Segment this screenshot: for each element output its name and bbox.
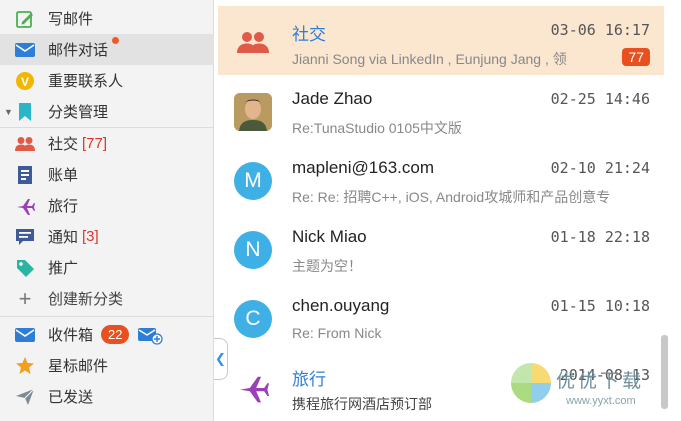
sidebar-item-travel[interactable]: 旅行 [0, 190, 214, 221]
inbox-unread-badge: 22 [101, 325, 130, 344]
sidebar-item-label: 社交 [48, 136, 79, 153]
sidebar-item-vip[interactable]: V 重要联系人 [0, 65, 214, 96]
bill-icon [14, 164, 36, 186]
sidebar-item-categories[interactable]: ▼ 分类管理 [0, 96, 214, 127]
mail-list: 社交 03-06 16:17 Jianni Song via LinkedIn … [218, 0, 668, 421]
airplane-icon [14, 195, 36, 217]
sidebar-item-bills[interactable]: 账单 [0, 159, 214, 190]
mail-subject: Re: Re: 招聘C++, iOS, Android攻城师和产品创意专 [292, 189, 611, 205]
sender-name: mapleni@163.com [292, 158, 434, 177]
sidebar-item-sent[interactable]: 已发送 [0, 381, 214, 412]
compose-label: 写邮件 [48, 11, 94, 28]
compose-button[interactable]: 写邮件 [0, 3, 214, 34]
watermark-title: 优优下载 [556, 371, 645, 392]
people-icon [234, 24, 272, 62]
airplane-icon [234, 369, 272, 407]
divider [0, 316, 214, 317]
svg-text:V: V [21, 75, 29, 89]
sender-name: Nick Miao [292, 227, 367, 246]
sidebar-item-label: 推广 [48, 260, 79, 277]
sender-name: chen.ouyang [292, 296, 390, 315]
list-item[interactable]: 社交 03-06 16:17 Jianni Song via LinkedIn … [218, 6, 664, 75]
sidebar-item-label: 已发送 [48, 389, 94, 406]
notify-count: [3] [82, 228, 99, 245]
sidebar: 写邮件 邮件对话 V 重要联系人 ▼ 分类管理 社交 [77] 账单 旅行 通知… [0, 0, 214, 421]
sidebar-item-inbox[interactable]: 收件箱 22 [0, 319, 214, 350]
new-category-label: 创建新分类 [48, 291, 124, 308]
sidebar-item-starred[interactable]: 星标邮件 [0, 350, 214, 381]
watermark-url: www.yyxt.com [566, 395, 636, 407]
sidebar-item-notifications[interactable]: 通知 [3] [0, 221, 214, 252]
watermark-logo-icon [511, 363, 551, 403]
sidebar-item-label: 邮件对话 [48, 42, 109, 59]
mail-date: 01-18 22:18 [550, 228, 650, 246]
unread-count-badge: 77 [622, 48, 650, 66]
add-mail-icon[interactable] [137, 325, 164, 345]
vip-icon: V [14, 70, 36, 92]
plus-icon: + [18, 285, 32, 311]
mail-subject: 主题为空！ [292, 258, 362, 274]
mail-date: 01-15 10:18 [550, 297, 650, 315]
sidebar-item-promotions[interactable]: 推广 [0, 252, 214, 283]
bookmark-icon [14, 101, 36, 123]
sender-name: 旅行 [292, 370, 326, 389]
avatar [234, 93, 272, 131]
sidebar-item-label: 星标邮件 [48, 358, 109, 375]
list-item[interactable]: C chen.ouyang 01-15 10:18 Re: From Nick [218, 282, 664, 351]
watermark: 优优下载 www.yyxt.com [508, 360, 678, 418]
avatar: N [234, 231, 272, 269]
star-icon [14, 355, 36, 377]
list-item[interactable]: Jade Zhao 02-25 14:46 Re:TunaStudio 0105… [218, 75, 664, 144]
sender-name: Jade Zhao [292, 89, 373, 108]
sidebar-item-label: 收件箱 [48, 327, 94, 344]
sidebar-item-label: 分类管理 [48, 104, 109, 121]
mail-subject: Re:TunaStudio 0105中文版 [292, 120, 462, 136]
new-category-button[interactable]: + 创建新分类 [0, 283, 214, 314]
inbox-icon [14, 324, 36, 346]
caret-down-icon[interactable]: ▼ [4, 107, 13, 117]
conversation-mail-icon [14, 39, 36, 61]
sidebar-item-label: 账单 [48, 167, 79, 184]
sidebar-item-label: 通知 [48, 229, 79, 246]
mail-date: 02-10 21:24 [550, 159, 650, 177]
list-item[interactable]: M mapleni@163.com 02-10 21:24 Re: Re: 招聘… [218, 144, 664, 213]
sender-name: 社交 [292, 25, 326, 44]
mail-date: 02-25 14:46 [550, 90, 650, 108]
chat-bubble-icon [14, 226, 36, 248]
mail-subject: Jianni Song via LinkedIn , Eunjung Jang … [292, 51, 567, 67]
social-count: [77] [82, 135, 108, 152]
sidebar-item-label: 重要联系人 [48, 73, 124, 90]
avatar: C [234, 300, 272, 338]
mail-date: 03-06 16:17 [550, 21, 650, 39]
sidebar-item-label: 旅行 [48, 198, 79, 215]
compose-icon [14, 8, 36, 30]
unread-dot [112, 37, 119, 44]
avatar: M [234, 162, 272, 200]
tag-icon [14, 257, 36, 279]
sidebar-item-social[interactable]: 社交 [77] [0, 128, 214, 159]
people-icon [14, 133, 36, 155]
mail-subject: Re: From Nick [292, 325, 382, 341]
sidebar-item-conversations[interactable]: 邮件对话 [0, 34, 214, 65]
list-item[interactable]: N Nick Miao 01-18 22:18 主题为空！ [218, 213, 664, 282]
paper-plane-icon [14, 386, 36, 408]
